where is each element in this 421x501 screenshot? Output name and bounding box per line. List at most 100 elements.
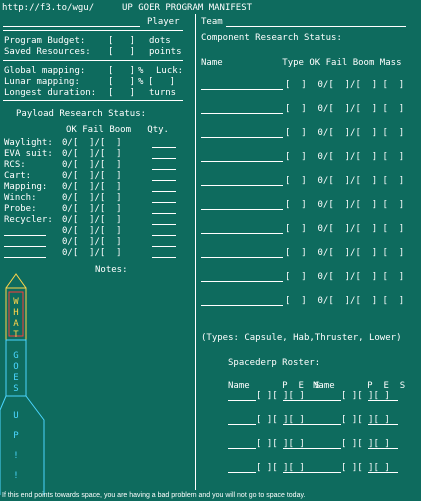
global-label: Global mapping: (4, 66, 86, 76)
budget-field[interactable]: [ ] (108, 36, 135, 47)
payload-row-status[interactable]: 0/[ ]/[ ] (62, 204, 122, 215)
roster-row-name-line[interactable] (228, 400, 256, 401)
roster-title: Spacederp Roster: (228, 358, 321, 368)
component-title: Component Research Status: (201, 33, 342, 43)
luck-field[interactable]: [ ] (148, 77, 175, 88)
component-row-name-line[interactable] (201, 209, 283, 210)
payload-row-status[interactable]: 0/[ ]/[ ] (62, 215, 122, 226)
global-unit: % (138, 66, 144, 76)
component-row-status[interactable]: [ ] 0/[ ]/[ ] [ ] (285, 152, 404, 163)
budget-label: Program Budget: (4, 36, 86, 46)
panel-separator (195, 14, 196, 490)
component-row-name-line[interactable] (201, 257, 283, 258)
types-note: (Types: Capsule, Hab,Thruster, Lower) (201, 333, 402, 343)
component-row-status[interactable]: [ ] 0/[ ]/[ ] [ ] (285, 296, 404, 307)
longest-label: Longest duration: (4, 88, 97, 98)
payload-row-qty[interactable] (152, 224, 176, 225)
notes-label: Notes: (95, 265, 128, 275)
rocket-letter: H (13, 308, 18, 318)
payload-row-status[interactable]: 0/[ ]/[ ] (62, 138, 122, 149)
roster-row-name-line[interactable] (313, 424, 341, 425)
component-row-name-line[interactable] (201, 185, 283, 186)
component-row-name-line[interactable] (201, 113, 283, 114)
team-label: Team (201, 17, 223, 27)
component-row-status[interactable]: [ ] 0/[ ]/[ ] [ ] (285, 176, 404, 187)
roster-row-tail-line (283, 448, 313, 449)
payload-row-qty[interactable] (152, 147, 176, 148)
payload-row-qty[interactable] (152, 213, 176, 214)
payload-row-label: Winch: (4, 193, 37, 203)
payload-row-qty[interactable] (152, 158, 176, 159)
payload-row-qty[interactable] (152, 202, 176, 203)
global-field[interactable]: [ ] (108, 66, 135, 77)
longest-unit: turns (149, 88, 177, 98)
payload-row-name-line[interactable] (4, 257, 46, 258)
payload-row-qty[interactable] (152, 191, 176, 192)
footer-warning: If this end points towards space, you ar… (2, 492, 306, 499)
rocket-letter: T (13, 330, 19, 340)
saved-field[interactable]: [ ] (108, 47, 135, 58)
roster-row-tail-line (368, 400, 398, 401)
rocket-letter: ! (13, 451, 18, 461)
roster-row-name-line[interactable] (313, 448, 341, 449)
roster-row-name-line[interactable] (228, 472, 256, 473)
payload-row-name-line[interactable] (4, 246, 46, 247)
rocket-letter: S (13, 384, 18, 394)
rocket-letter: P (13, 431, 19, 441)
component-row-name-line[interactable] (201, 281, 283, 282)
roster-row-name-line[interactable] (313, 400, 341, 401)
component-row-name-line[interactable] (201, 137, 283, 138)
roster-row-tail-line (283, 400, 313, 401)
payload-row-label: EVA suit: (4, 149, 53, 159)
payload-title: Payload Research Status: (16, 109, 147, 119)
payload-row-status[interactable]: 0/[ ]/[ ] (62, 248, 122, 259)
roster-row-name-line[interactable] (313, 472, 341, 473)
payload-row-label: Cart: (4, 171, 32, 181)
component-row-status[interactable]: [ ] 0/[ ]/[ ] [ ] (285, 272, 404, 283)
saved-unit: points (149, 47, 182, 57)
rocket-letter: G (13, 351, 18, 361)
payload-row-status[interactable]: 0/[ ]/[ ] (62, 171, 122, 182)
rocket-letter: O (13, 362, 18, 372)
rocket-fins (0, 395, 7, 495)
component-row-name-line[interactable] (201, 89, 283, 90)
payload-row-label: Waylight: (4, 138, 53, 148)
payload-row-qty[interactable] (152, 235, 176, 236)
payload-row-qty[interactable] (152, 257, 176, 258)
longest-field[interactable]: [ ] (108, 88, 135, 99)
roster-row-name-line[interactable] (228, 424, 256, 425)
payload-row-name-line[interactable] (4, 235, 46, 236)
lunar-unit: % (138, 77, 144, 87)
payload-row-qty[interactable] (152, 180, 176, 181)
divider (3, 30, 183, 31)
component-row-status[interactable]: [ ] 0/[ ]/[ ] [ ] (285, 104, 404, 115)
component-row-name-line[interactable] (201, 233, 283, 234)
component-row-status[interactable]: [ ] 0/[ ]/[ ] [ ] (285, 224, 404, 235)
team-name-line[interactable] (226, 26, 406, 27)
roster-row-name-line[interactable] (228, 448, 256, 449)
component-row-name-line[interactable] (201, 161, 283, 162)
payload-row-status[interactable]: 0/[ ]/[ ] (62, 193, 122, 204)
divider (3, 100, 183, 101)
payload-row-label: Probe: (4, 204, 37, 214)
payload-row-qty[interactable] (152, 246, 176, 247)
roster-row-tail-line (283, 424, 313, 425)
rocket-letter: W (13, 297, 19, 307)
payload-row-status[interactable]: 0/[ ]/[ ] (62, 226, 122, 237)
payload-row-status[interactable]: 0/[ ]/[ ] (62, 149, 122, 160)
payload-row-status[interactable]: 0/[ ]/[ ] (62, 160, 122, 171)
payload-row-status[interactable]: 0/[ ]/[ ] (62, 237, 122, 248)
component-row-status[interactable]: [ ] 0/[ ]/[ ] [ ] (285, 200, 404, 211)
component-row-status[interactable]: [ ] 0/[ ]/[ ] [ ] (285, 128, 404, 139)
payload-row-status[interactable]: 0/[ ]/[ ] (62, 182, 122, 193)
payload-row-qty[interactable] (152, 169, 176, 170)
rocket-letter: ! (13, 471, 18, 481)
component-row-status[interactable]: [ ] 0/[ ]/[ ] [ ] (285, 248, 404, 259)
saved-label: Saved Resources: (4, 47, 91, 57)
component-row-status[interactable]: [ ] 0/[ ]/[ ] [ ] (285, 80, 404, 91)
roster-row-tail-line (368, 472, 398, 473)
lunar-field[interactable]: [ ] (108, 77, 135, 88)
component-row-name-line[interactable] (201, 305, 283, 306)
player-name-line[interactable] (3, 26, 140, 27)
url-text: http://f3.to/wgu/ (2, 3, 95, 13)
